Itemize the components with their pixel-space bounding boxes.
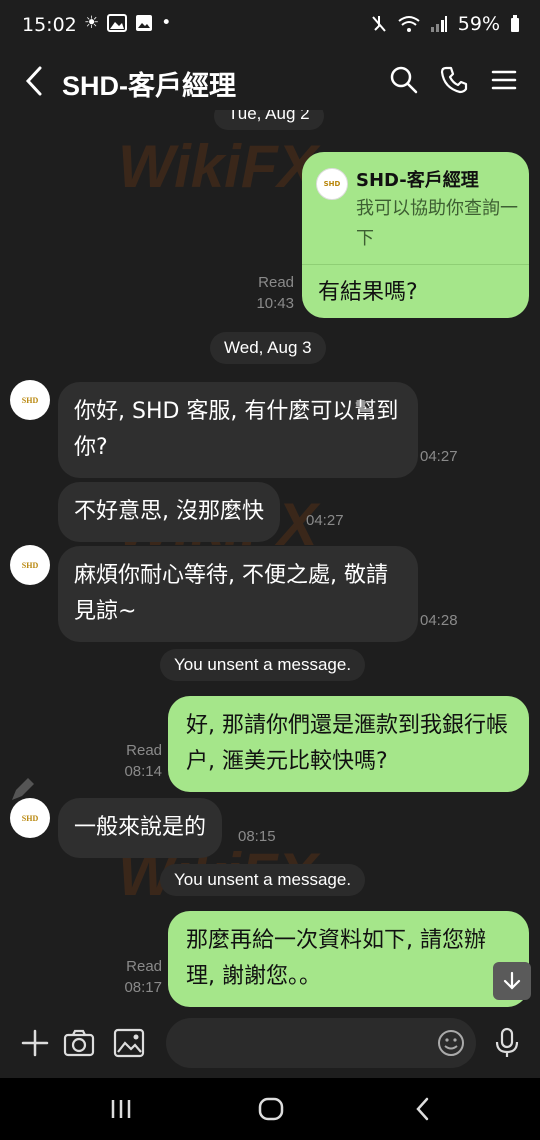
read-receipt: Read	[258, 274, 294, 291]
incoming-message[interactable]: 一般來說是的	[58, 798, 223, 858]
date-separator: Tue, Aug 2	[214, 110, 324, 130]
avatar[interactable]: SHD	[10, 380, 50, 420]
battery-icon	[511, 15, 519, 32]
battery-percent: 59%	[457, 13, 500, 35]
image-icon	[136, 15, 153, 31]
system-nav-bar	[0, 1078, 540, 1140]
message-meta: Read 10:43	[244, 272, 294, 314]
emoji-icon[interactable]	[436, 1028, 466, 1058]
mute-icon	[372, 16, 386, 32]
microphone-icon[interactable]	[490, 1026, 524, 1060]
incoming-message[interactable]: 麻煩你耐心等待, 不便之處, 敬請見諒~	[58, 546, 418, 642]
avatar[interactable]: SHD	[10, 798, 50, 838]
search-icon[interactable]	[388, 64, 420, 96]
quote-text: 我可以協助你查詢一下	[356, 198, 518, 249]
back-icon[interactable]	[20, 64, 50, 98]
status-icons-right: 59%	[370, 13, 520, 35]
scroll-down-button[interactable]	[493, 962, 531, 1000]
incoming-message[interactable]: 你好, SHD 客服, 有什麼可以幫到你?	[58, 382, 418, 478]
message-time: 10:43	[256, 295, 294, 312]
quote-avatar: SHD	[316, 168, 348, 200]
home-icon[interactable]	[256, 1094, 286, 1124]
avatar[interactable]: SHD	[10, 545, 50, 585]
outgoing-message[interactable]: 那麼再給一次資料如下, 請您辦理, 謝謝您。。	[168, 911, 529, 1007]
message-field[interactable]	[166, 1018, 476, 1068]
read-receipt: Read	[126, 958, 162, 975]
system-message: You unsent a message.	[160, 864, 366, 896]
arrow-down-icon	[503, 971, 521, 990]
incoming-message[interactable]: 不好意思, 沒那麼快	[58, 482, 280, 542]
wifi-icon	[398, 16, 420, 32]
chat-area[interactable]: WikiFX WikiFX WikiFX Tue, Aug 2 Read 10:…	[0, 110, 540, 1008]
message-time: 04:28	[420, 612, 458, 629]
chat-header: SHD-客戶經理	[0, 52, 540, 110]
watermark: WikiFX	[118, 133, 318, 200]
date-separator: Wed, Aug 3	[210, 332, 326, 364]
message-meta: Read 08:14	[110, 740, 162, 782]
outgoing-message[interactable]: 好, 那請你們還是滙款到我銀行帳户, 滙美元比較快嗎?	[168, 696, 529, 792]
message-input-bar	[0, 1008, 540, 1078]
chat-title: SHD-客戶經理	[62, 71, 236, 101]
camera-icon[interactable]	[62, 1026, 96, 1060]
back-nav-icon[interactable]	[408, 1094, 438, 1124]
dot-icon: •	[161, 13, 172, 33]
gallery-icon[interactable]	[112, 1026, 146, 1060]
phone-icon[interactable]	[438, 64, 470, 96]
recent-apps-icon[interactable]	[106, 1094, 136, 1124]
outgoing-reply-bubble[interactable]: SHD SHD-客戶經理 我可以協助你查詢一下 有結果嗎?	[302, 152, 529, 318]
message-time: 08:15	[238, 828, 276, 845]
message-time: 08:14	[124, 763, 162, 780]
message-input[interactable]	[184, 1028, 438, 1060]
brightness-icon: ☀	[84, 13, 100, 33]
read-receipt: Read	[126, 742, 162, 759]
message-meta: Read 08:17	[110, 956, 162, 998]
message-time: 08:17	[124, 979, 162, 996]
status-icons-left: ☀ •	[84, 13, 171, 33]
gallery-icon	[107, 14, 128, 32]
system-message: You unsent a message.	[160, 649, 366, 681]
message-time: 04:27	[420, 448, 458, 465]
signal-icon	[430, 16, 447, 32]
menu-icon[interactable]	[488, 64, 520, 96]
status-bar: 15:02 ☀ • 59%	[0, 0, 540, 52]
add-icon[interactable]	[18, 1026, 52, 1060]
reply-divider	[302, 264, 529, 265]
reply-text: 有結果嗎?	[318, 280, 418, 305]
status-time: 15:02	[22, 14, 77, 36]
quote-sender: SHD-客戶經理	[356, 170, 479, 191]
message-time: 04:27	[306, 512, 344, 529]
